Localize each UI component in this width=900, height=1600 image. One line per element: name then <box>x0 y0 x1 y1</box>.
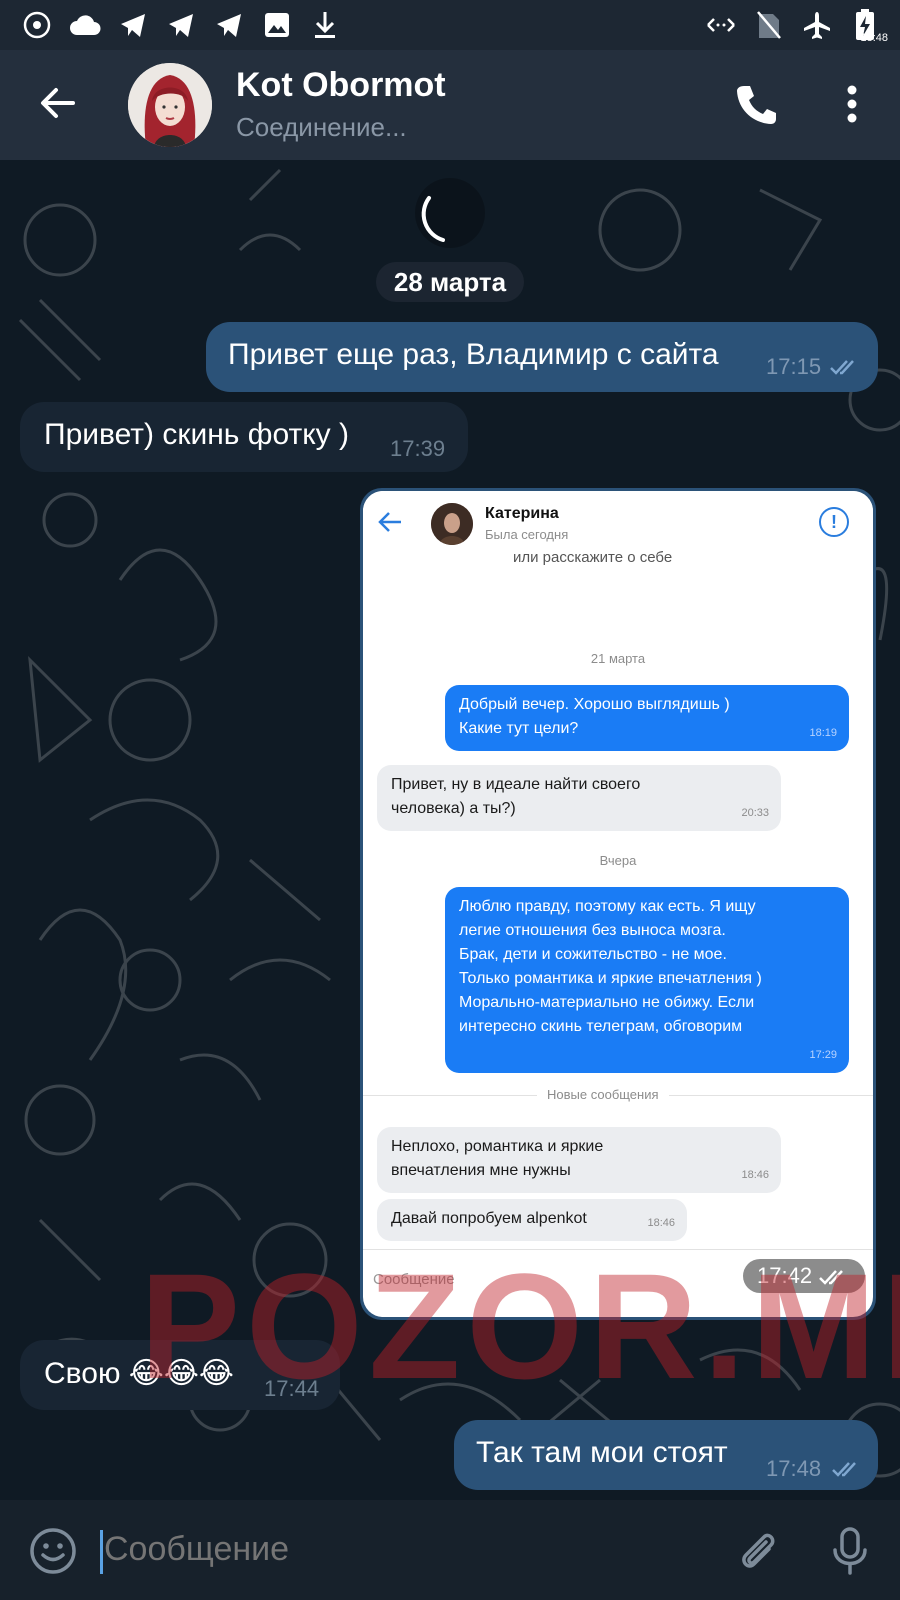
screenshot-date: 21 марта <box>590 651 646 666</box>
clock: 18:48 <box>860 32 888 44</box>
screenshot-contact-name: Катерина <box>485 505 559 522</box>
message-time: 17:29 <box>809 1049 837 1061</box>
message-line: Морально-материально не обижу. Если <box>459 994 755 1011</box>
connection-status: Соединение... <box>236 112 407 142</box>
telegram-icon <box>212 8 246 42</box>
screenshot-message-incoming: Неплохо, романтика и яркие впечатления м… <box>377 1127 781 1193</box>
call-button[interactable] <box>734 82 778 126</box>
back-button[interactable] <box>32 78 82 128</box>
status-bar: 18:48 <box>0 0 900 50</box>
message-incoming[interactable]: Привет) скинь фотку ) 17:39 <box>20 402 468 472</box>
message-time: 17:15 <box>766 354 822 379</box>
phone-icon <box>737 86 776 124</box>
message-text: Привет еще раз, Владимир с сайта <box>228 338 719 371</box>
text-caret <box>100 1530 103 1574</box>
message-time: 17:39 <box>390 436 446 461</box>
message-line: Привет, ну в идеале найти своего <box>391 776 641 793</box>
message-line: легие отношения без выноса мозга. <box>459 922 726 939</box>
screenshot-message-incoming: Привет, ну в идеале найти своего человек… <box>377 765 781 831</box>
message-composer <box>0 1500 900 1600</box>
screenshot-message-incoming: Давай попробуем alpenkot 18:46 <box>377 1199 687 1241</box>
message-text: Привет) скинь фотку ) <box>44 418 350 451</box>
double-check-icon <box>830 360 854 375</box>
status-bar-notifications <box>20 8 342 42</box>
new-messages-label: Новые сообщения <box>537 1087 669 1102</box>
screenshot-message-outgoing: Добрый вечер. Хорошо выглядишь ) Какие т… <box>445 685 849 751</box>
watermark: POZOR.ME <box>140 1242 900 1410</box>
data-arrows-icon <box>704 8 738 42</box>
message-line: человека) а ты?) <box>391 800 516 817</box>
message-line: Добрый вечер. Хорошо выглядишь ) <box>459 696 730 713</box>
message-line: Брак, дети и сожительство - не мое. <box>459 946 727 963</box>
attached-screenshot[interactable]: Катерина Была сегодня ! или расскажите о… <box>363 491 873 1317</box>
message-outgoing[interactable]: Привет еще раз, Владимир с сайта 17:15 <box>206 322 878 392</box>
message-text: Так там мои стоят <box>476 1436 728 1469</box>
chat-header: Kot Obormot Соединение... <box>0 50 900 160</box>
message-time: 18:46 <box>741 1169 769 1181</box>
avatar <box>431 503 473 545</box>
vk-icon <box>20 8 54 42</box>
message-time: 18:46 <box>647 1217 675 1229</box>
telegram-icon <box>116 8 150 42</box>
arrow-back-icon <box>378 512 401 532</box>
microphone-button[interactable] <box>830 1526 870 1576</box>
message-line: Люблю правду, поэтому как есть. Я ищу <box>459 898 756 915</box>
status-bar-system: 18:48 <box>704 8 888 44</box>
more-vertical-icon <box>847 85 857 123</box>
message-line: впечатления мне нужны <box>391 1162 571 1179</box>
screenshot-contact-status: Была сегодня <box>485 527 569 542</box>
screenshot-message-outgoing: Люблю правду, поэтому как есть. Я ищу ле… <box>445 887 849 1073</box>
message-line: Давай попробуем alpenkot <box>391 1210 587 1227</box>
cloud-icon <box>68 8 102 42</box>
screenshot-header: Катерина Была сегодня ! <box>363 491 873 553</box>
no-sim-icon <box>752 8 786 42</box>
message-line: Только романтика и яркие впечатления ) <box>459 970 762 987</box>
emoji-button[interactable] <box>28 1526 78 1576</box>
image-icon <box>260 8 294 42</box>
message-line: Какие тут цели? <box>459 720 579 737</box>
message-time: 20:33 <box>741 807 769 819</box>
smile-icon <box>30 1528 76 1574</box>
date-separator: 28 марта <box>376 262 524 302</box>
attach-button[interactable] <box>734 1528 780 1574</box>
download-icon <box>308 8 342 42</box>
message-line: интересно скинь телеграм, обговорим <box>459 1018 743 1035</box>
loading-spinner <box>415 178 485 248</box>
message-time: 18:19 <box>809 727 837 739</box>
screenshot-date: Вчера <box>599 853 637 868</box>
contact-name[interactable]: Kot Obormot <box>236 66 446 105</box>
telegram-icon <box>164 8 198 42</box>
image-message[interactable]: Катерина Была сегодня ! или расскажите о… <box>360 488 876 1320</box>
message-input[interactable] <box>104 1530 684 1569</box>
airplane-icon <box>800 8 834 42</box>
message-line: Неплохо, романтика и яркие <box>391 1138 604 1155</box>
microphone-icon <box>833 1527 867 1575</box>
message-outgoing[interactable]: Так там мои стоят 17:48 <box>454 1420 878 1490</box>
arrow-back-icon <box>41 88 75 118</box>
avatar[interactable] <box>128 63 212 147</box>
screenshot-cut-text: или расскажите о себе <box>513 549 673 566</box>
double-check-icon <box>832 1462 856 1477</box>
alert-icon: ! <box>819 507 849 537</box>
paperclip-icon <box>742 1533 775 1568</box>
message-time: 17:48 <box>766 1456 822 1481</box>
more-menu-button[interactable] <box>832 80 872 128</box>
chat-area[interactable]: 28 марта Привет еще раз, Владимир с сайт… <box>0 160 900 1500</box>
